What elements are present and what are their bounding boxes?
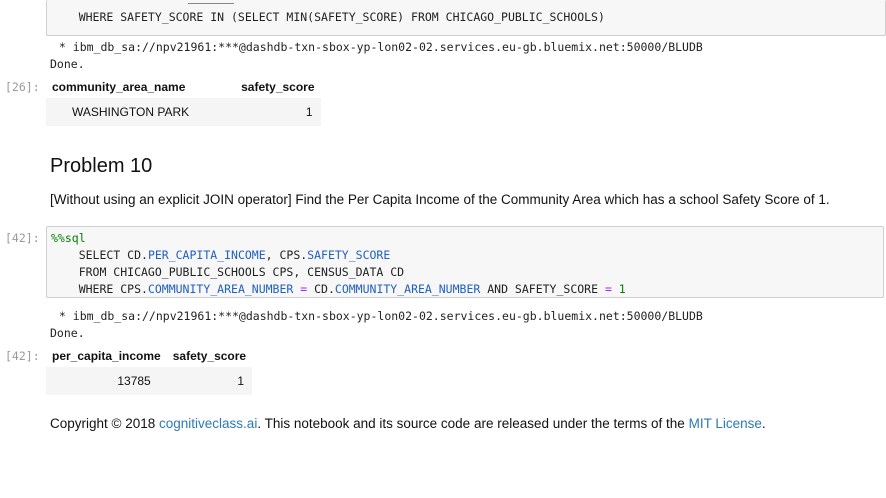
problem-description: [Without using an explicit JOIN operator… <box>50 192 830 207</box>
previous-code-cell[interactable]: WHERE SAFETY_SCORE IN (SELECT MIN(SAFETY… <box>46 0 886 36</box>
code-token: SELECT CD. <box>51 248 148 262</box>
code-token: COMMUNITY_AREA_NUMBER <box>334 282 481 296</box>
code-token: AND SAFETY_SCORE <box>480 282 605 296</box>
column-header: safety_score <box>172 349 247 363</box>
magic-command: %%sql <box>51 231 86 245</box>
column-header: safety_score <box>241 80 315 94</box>
connection-string: * ibm_db_sa://npv21961:***@dashdb-txn-sb… <box>52 309 703 323</box>
problem-title: Problem 10 <box>50 155 153 177</box>
table-cell: 13785 <box>46 367 167 395</box>
cognitiveclass-link[interactable]: cognitiveclass.ai <box>159 416 257 431</box>
code-line: SELECT CD.PER_CAPITA_INCOME, CPS.SAFETY_… <box>51 248 391 262</box>
mit-license-link[interactable]: MIT License <box>689 416 762 431</box>
magic-line: %%sql <box>51 231 86 245</box>
code-line: WHERE CPS.COMMUNITY_AREA_NUMBER = CD.COM… <box>51 282 626 296</box>
code-token: SAFETY_SCORE <box>307 248 391 262</box>
table-header-row: per_capita_income safety_score <box>46 345 252 367</box>
column-header: per_capita_income <box>52 349 161 363</box>
code-cell-42[interactable]: %%sql SELECT CD.PER_CAPITA_INCOME, CPS.S… <box>46 226 884 298</box>
done-text: Done. <box>50 57 85 71</box>
copyright-footer: Copyright © 2018 cognitiveclass.ai. This… <box>50 416 766 431</box>
output-prompt: [26]: <box>5 80 40 94</box>
done-text: Done. <box>50 326 85 340</box>
table-cell: WASHINGTON PARK <box>46 98 236 126</box>
connection-string: * ibm_db_sa://npv21961:***@dashdb-txn-sb… <box>52 40 703 54</box>
table-row: WASHINGTON PARK 1 <box>46 98 321 126</box>
code-token: = <box>604 282 612 296</box>
code-token: 1 <box>611 282 626 296</box>
table-header-row: community_area_name safety_score <box>46 76 321 98</box>
code-token: CD. <box>314 282 335 296</box>
result-table: per_capita_income safety_score 13785 1 <box>46 345 253 395</box>
table-cell: 1 <box>235 98 321 126</box>
result-table: community_area_name safety_score WASHING… <box>46 76 321 126</box>
code-token: PER_CAPITA_INCOME <box>147 248 266 262</box>
column-header: community_area_name <box>52 80 186 94</box>
table-cell: 1 <box>166 367 253 395</box>
footer-text: . This notebook and its source code are … <box>257 416 689 431</box>
code-line: WHERE SAFETY_SCORE IN (SELECT MIN(SAFETY… <box>51 10 605 24</box>
code-token: WHERE CPS. <box>51 282 148 296</box>
code-token: COMMUNITY_AREA_NUMBER <box>147 282 294 296</box>
code-token: = <box>293 282 315 296</box>
input-prompt: [42]: <box>5 231 40 245</box>
code-token: , CPS. <box>265 248 308 262</box>
cell-divider <box>188 3 234 4</box>
table-row: 13785 1 <box>46 367 253 395</box>
output-prompt: [42]: <box>5 349 40 363</box>
code-line: FROM CHICAGO_PUBLIC_SCHOOLS CPS, CENSUS_… <box>51 265 405 279</box>
footer-text: Copyright © 2018 <box>50 416 160 431</box>
footer-text: . <box>761 416 766 431</box>
